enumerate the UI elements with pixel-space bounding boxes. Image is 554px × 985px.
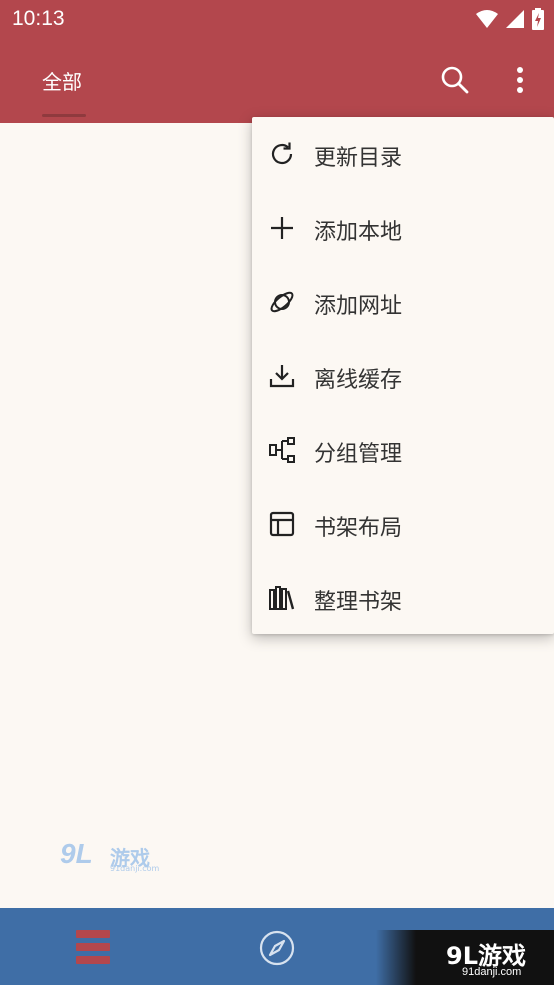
menu-item-label: 更新目录 (314, 146, 403, 171)
menu-item-label: 添加网址 (314, 294, 403, 319)
menu-item-shelf-layout[interactable]: 书架布局 (252, 487, 554, 561)
overflow-menu: 更新目录 添加本地 添加网址 离线缓存 分组管理 书架布局 整理书架 (252, 117, 554, 634)
menu-item-offline-cache[interactable]: 离线缓存 (252, 339, 554, 413)
menu-item-label: 离线缓存 (314, 368, 403, 393)
group-icon (269, 437, 295, 463)
watermark-logo: 9L 游戏 91danji.com (60, 838, 160, 874)
plus-icon (271, 217, 293, 239)
menu-item-organize-shelf[interactable]: 整理书架 (252, 561, 554, 635)
watermark-url: 91danji.com (110, 864, 160, 873)
menu-item-label: 分组管理 (314, 442, 403, 467)
menu-item-label: 书架布局 (314, 516, 403, 541)
cell-signal-icon (506, 10, 524, 28)
watermark-brand: 9L (60, 838, 93, 869)
menu-item-group-manage[interactable]: 分组管理 (252, 413, 554, 487)
more-options-button[interactable] (503, 63, 537, 97)
tab-all[interactable]: 全部 (42, 66, 82, 95)
menu-item-label: 整理书架 (314, 590, 403, 615)
download-icon (269, 365, 295, 388)
menu-item-add-local[interactable]: 添加本地 (252, 191, 554, 265)
search-icon (441, 66, 469, 94)
status-icons (476, 8, 544, 30)
status-bar: 10:13 (0, 0, 554, 38)
refresh-icon (271, 142, 293, 165)
bookshelf-nav-icon[interactable] (72, 928, 114, 966)
app-bar: 全部 (0, 38, 554, 123)
menu-item-update-catalog[interactable]: 更新目录 (252, 117, 554, 191)
menu-item-label: 添加本地 (314, 220, 403, 245)
corner-gradient (376, 930, 416, 985)
corner-watermark: 9L游戏 91danji.com (376, 930, 554, 985)
tab-indicator (42, 114, 86, 117)
menu-item-add-url[interactable]: 添加网址 (252, 265, 554, 339)
books-icon (269, 586, 295, 610)
compass-nav-icon[interactable] (258, 929, 296, 967)
more-vertical-icon (517, 67, 523, 93)
planet-icon (270, 291, 294, 313)
status-time: 10:13 (12, 7, 65, 30)
search-button[interactable] (438, 63, 472, 97)
wifi-icon (476, 10, 498, 28)
battery-icon (532, 8, 544, 30)
layout-icon (269, 511, 295, 537)
corner-url: 91danji.com (462, 966, 522, 978)
